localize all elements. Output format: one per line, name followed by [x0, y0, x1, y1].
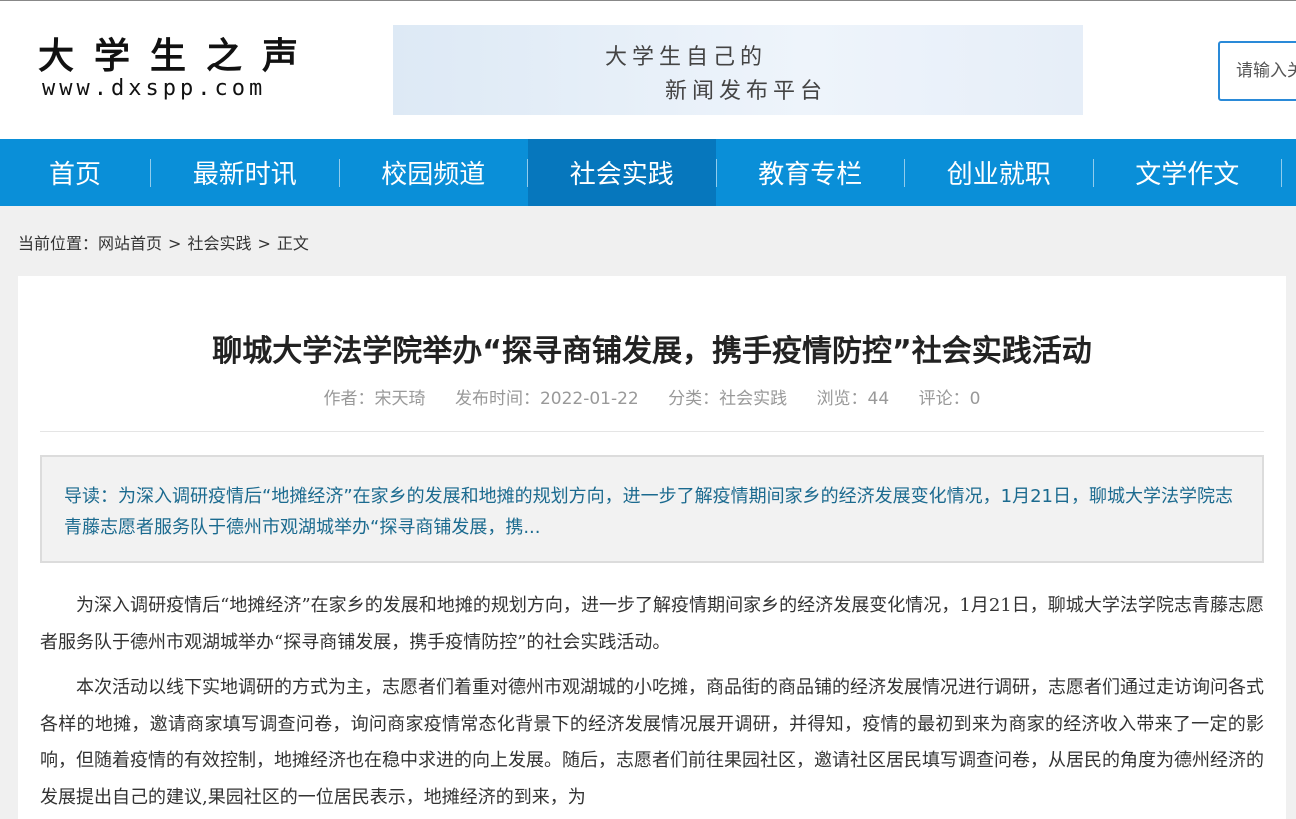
article-meta: 作者：宋天琦 发布时间：2022-01-22 分类：社会实践 浏览：44 评论：… [18, 384, 1286, 409]
logo-title: 大学生之声 [38, 36, 319, 77]
article-comments: 评论：0 [918, 389, 981, 409]
site-header: 大学生之声 www.dxspp.com 大学生自己的 新闻发布平台 [0, 0, 1296, 139]
search-box[interactable] [1218, 41, 1296, 101]
main-nav: 首页 最新时讯 校园频道 社会实践 教育专栏 创业就职 文学作文 [0, 139, 1296, 206]
banner-slogan-line1: 大学生自己的 [605, 45, 768, 70]
article-paragraph: 本次活动以线下实地调研的方式为主，志愿者们着重对德州市观湖城的小吃摊，商品街的商… [40, 677, 1264, 808]
article-body: 为深入调研疫情后“地摊经济”在家乡的发展和地摊的规划方向，进一步了解疫情期间家乡… [40, 588, 1264, 819]
breadcrumb-separator: > [168, 234, 182, 253]
breadcrumb: 当前位置：网站首页 > 社会实践 > 正文 [18, 230, 309, 254]
banner-slogan-line2: 新闻发布平台 [665, 79, 828, 104]
article-title: 聊城大学法学院举办“探寻商铺发展，携手疫情防控”社会实践活动 [212, 334, 1092, 369]
nav-item-social-practice[interactable]: 社会实践 [528, 139, 716, 206]
breadcrumb-separator: > [257, 234, 271, 253]
breadcrumb-category-link[interactable]: 社会实践 [187, 234, 251, 253]
site-logo[interactable]: 大学生之声 www.dxspp.com [38, 37, 318, 101]
logo-url: www.dxspp.com [42, 76, 267, 101]
nav-item-campus[interactable]: 校园频道 [340, 139, 528, 206]
header-banner: 大学生自己的 新闻发布平台 [393, 25, 1083, 115]
search-input[interactable] [1220, 43, 1296, 99]
article-views: 浏览：44 [816, 389, 890, 409]
breadcrumb-current: 正文 [276, 234, 309, 253]
nav-item-career[interactable]: 创业就职 [905, 139, 1093, 206]
article-summary: 导读：为深入调研疫情后“地摊经济”在家乡的发展和地摊的规划方向，进一步了解疫情期… [40, 455, 1264, 563]
nav-divider [1281, 158, 1282, 187]
nav-item-home[interactable]: 首页 [0, 139, 150, 206]
nav-item-education[interactable]: 教育专栏 [717, 139, 905, 206]
article-paragraph: 为深入调研疫情后“地摊经济”在家乡的发展和地摊的规划方向，进一步了解疫情期间家乡… [40, 595, 1264, 653]
article-author: 作者：宋天琦 [323, 389, 426, 409]
nav-item-literature[interactable]: 文学作文 [1094, 139, 1282, 206]
article-date: 发布时间：2022-01-22 [454, 389, 639, 409]
article-panel: 聊城大学法学院举办“探寻商铺发展，携手疫情防控”社会实践活动 作者：宋天琦 发布… [18, 276, 1286, 819]
title-divider [40, 431, 1264, 432]
nav-item-latest-news[interactable]: 最新时讯 [151, 139, 339, 206]
article-category[interactable]: 分类：社会实践 [668, 389, 787, 409]
breadcrumb-prefix: 当前位置： [18, 234, 99, 253]
breadcrumb-home-link[interactable]: 网站首页 [98, 234, 162, 253]
